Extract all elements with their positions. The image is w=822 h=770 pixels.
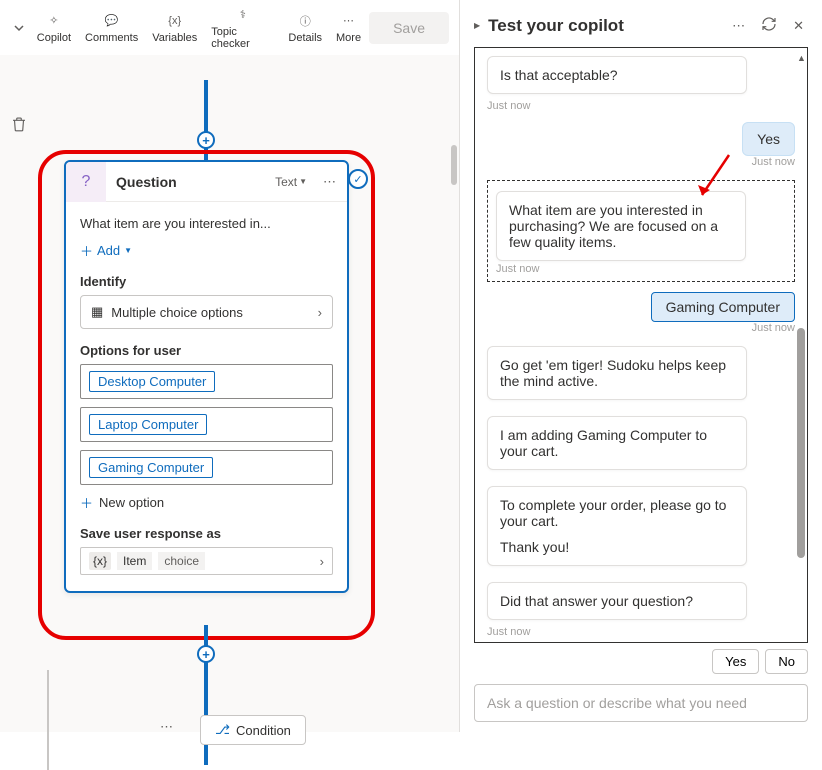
node-more-icon[interactable]: ⋯ xyxy=(313,174,347,190)
identify-selector[interactable]: ▦ Multiple choice options › xyxy=(80,295,333,329)
option-3[interactable]: Gaming Computer xyxy=(80,450,333,485)
toolbar-comments[interactable]: 💬Comments xyxy=(79,10,144,46)
options-label: Options for user xyxy=(80,343,333,358)
toolbar: ✧Copilot 💬Comments {x}Variables ⚕Topic c… xyxy=(0,0,459,55)
new-option-button[interactable]: ＋New option xyxy=(80,493,333,512)
trace-highlight: What item are you interested in purchasi… xyxy=(487,180,795,282)
text-mode-dropdown[interactable]: Text ▼ xyxy=(275,175,313,189)
toolbar-more[interactable]: ⋯More xyxy=(330,10,367,46)
bot-message: Go get 'em tiger! Sudoku helps keep the … xyxy=(487,346,747,400)
chat-scrollbar[interactable] xyxy=(797,328,805,558)
authoring-canvas: ✧Copilot 💬Comments {x}Variables ⚕Topic c… xyxy=(0,0,460,732)
collapse-icon[interactable]: ▶ xyxy=(474,21,480,30)
question-icon: ? xyxy=(66,162,106,202)
bot-message: Did that answer your question? xyxy=(487,582,747,620)
timestamp: Just now xyxy=(496,263,786,275)
bot-message: Is that acceptable? xyxy=(487,56,747,94)
check-icon: ✓ xyxy=(348,169,368,189)
timestamp: Just now xyxy=(487,626,795,638)
bot-message: I am adding Gaming Computer to your cart… xyxy=(487,416,747,470)
chevron-right-icon: › xyxy=(320,554,324,569)
toolbar-copilot[interactable]: ✧Copilot xyxy=(31,10,77,46)
canvas-scrollbar[interactable] xyxy=(451,145,457,185)
timestamp: Just now xyxy=(752,156,795,168)
more-icon[interactable]: ⋯ xyxy=(728,16,749,36)
suggested-yes-button[interactable]: Yes xyxy=(712,649,759,674)
add-button[interactable]: ＋Add ▼ xyxy=(80,241,333,260)
toolbar-variables[interactable]: {x}Variables xyxy=(146,10,203,46)
variable-icon: {x} xyxy=(89,552,111,570)
flow-connector xyxy=(204,80,208,170)
suggested-no-button[interactable]: No xyxy=(765,649,808,674)
user-message-selected: Gaming Computer xyxy=(651,292,795,322)
add-node-top[interactable]: + xyxy=(197,131,215,149)
close-icon[interactable]: ✕ xyxy=(789,16,808,36)
add-node-bottom[interactable]: + xyxy=(197,645,215,663)
test-panel-title: Test your copilot xyxy=(488,16,720,36)
save-as-label: Save user response as xyxy=(80,526,333,541)
save-button[interactable]: Save xyxy=(369,12,449,44)
bot-message: To complete your order, please go to you… xyxy=(487,486,747,566)
chat-transcript[interactable]: ▲ Is that acceptable? Just now Yes Just … xyxy=(474,47,808,643)
refresh-icon[interactable] xyxy=(757,14,781,37)
question-prompt[interactable]: What item are you interested in... xyxy=(80,216,333,231)
node-title: Question xyxy=(106,174,275,190)
toolbar-topic-checker[interactable]: ⚕Topic checker xyxy=(205,4,280,52)
question-node[interactable]: ? Question Text ▼ ⋯ What item are you in… xyxy=(64,160,349,593)
chevron-down-icon[interactable] xyxy=(10,22,29,34)
toolbar-details[interactable]: ⓘDetails xyxy=(282,10,328,46)
branch-more-icon[interactable]: ⋯ xyxy=(160,719,173,735)
trash-icon[interactable] xyxy=(10,115,28,136)
identify-label: Identify xyxy=(80,274,333,289)
variable-selector[interactable]: {x} Item choice › xyxy=(80,547,333,575)
chat-input[interactable]: Ask a question or describe what you need xyxy=(474,684,808,722)
flow-branch xyxy=(47,670,49,770)
condition-node[interactable]: ⎇Condition xyxy=(200,715,306,745)
option-2[interactable]: Laptop Computer xyxy=(80,407,333,442)
test-panel: ▶ Test your copilot ⋯ ✕ ▲ Is that accept… xyxy=(460,0,822,732)
timestamp: Just now xyxy=(752,322,795,334)
node-header: ? Question Text ▼ ⋯ xyxy=(66,162,347,202)
grid-icon: ▦ xyxy=(91,304,103,320)
chevron-right-icon: › xyxy=(318,305,322,320)
annotation-arrow xyxy=(694,153,734,203)
canvas-body[interactable]: + ✓ ? Question Text ▼ ⋯ What item are yo… xyxy=(0,55,459,732)
user-message: Yes xyxy=(742,122,795,156)
option-1[interactable]: Desktop Computer xyxy=(80,364,333,399)
timestamp: Just now xyxy=(487,100,795,112)
scroll-up-icon[interactable]: ▲ xyxy=(797,53,805,61)
